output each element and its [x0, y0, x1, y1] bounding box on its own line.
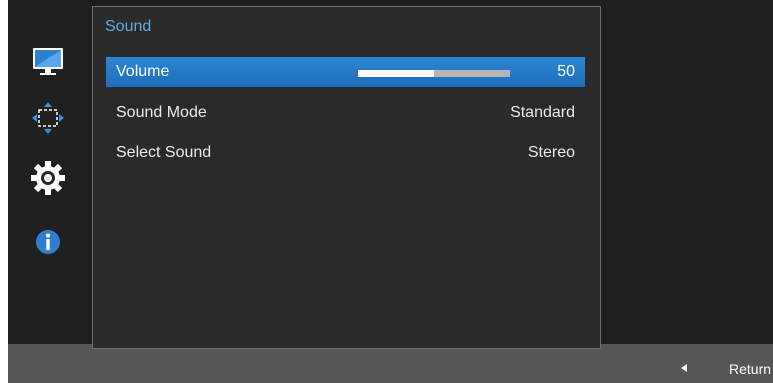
select-sound-value: Stereo — [527, 144, 575, 161]
menu-item-sound-mode[interactable]: Sound Mode Standard — [106, 98, 585, 128]
select-sound-label: Select Sound — [116, 144, 212, 161]
sound-mode-value: Standard — [510, 104, 575, 121]
volume-label: Volume — [116, 63, 170, 80]
volume-value: 50 — [557, 63, 575, 80]
return-button[interactable]: Return — [729, 361, 771, 377]
left-arrow-icon — [681, 364, 687, 372]
volume-slider[interactable] — [358, 70, 510, 77]
menu-item-select-sound[interactable]: Select Sound Stereo — [106, 138, 585, 168]
sound-mode-label: Sound Mode — [116, 104, 207, 121]
bottom-bar — [8, 344, 773, 383]
position-icon[interactable] — [30, 100, 66, 136]
menu-title: Sound — [105, 18, 152, 35]
menu-item-volume[interactable]: Volume 50 — [106, 57, 585, 87]
volume-slider-fill — [358, 70, 434, 77]
picture-icon[interactable] — [30, 44, 66, 80]
settings-gear-icon[interactable] — [30, 160, 66, 196]
information-icon[interactable] — [30, 224, 66, 260]
right-panel — [600, 0, 773, 344]
